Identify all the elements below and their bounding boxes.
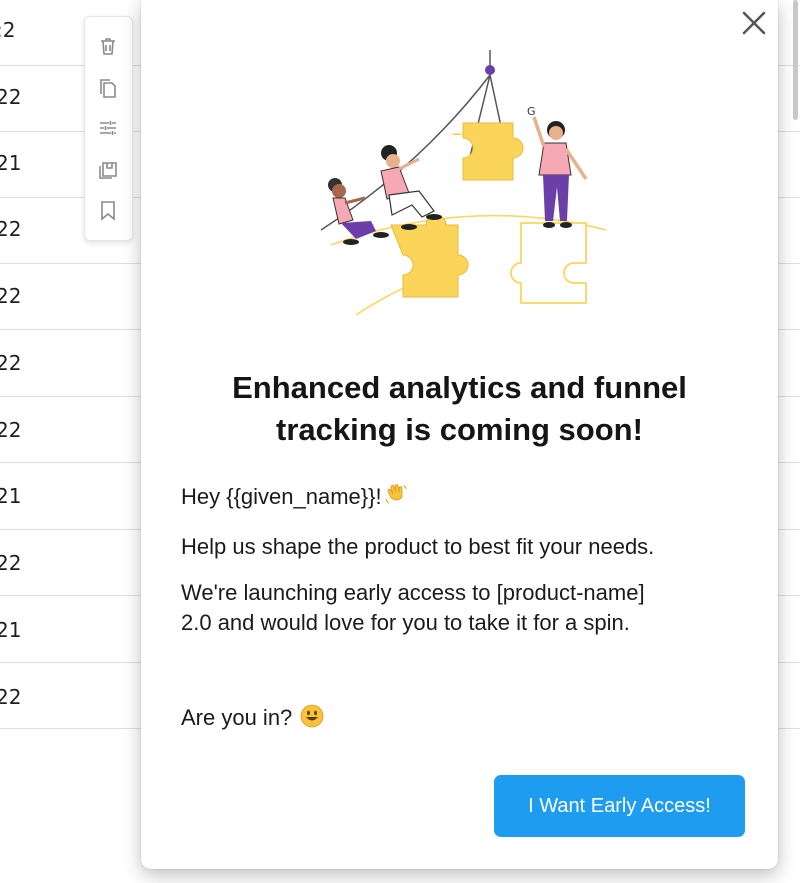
table-cell: :2 <box>0 18 16 42</box>
floating-toolbar <box>84 16 133 241</box>
svg-text:G: G <box>527 105 536 118</box>
illustration: G <box>320 50 607 316</box>
table-cell: 22 <box>0 685 22 709</box>
greeting-label: Hey {{given_name}}! <box>181 484 382 509</box>
table-cell: 22 <box>0 551 22 575</box>
early-access-button[interactable]: I Want Early Access! <box>494 775 745 837</box>
table-cell: 21 <box>0 484 22 508</box>
smiley-icon <box>300 704 324 736</box>
modal-title: Enhanced analytics and funnel tracking i… <box>201 367 718 451</box>
table-cell: 21 <box>0 151 22 175</box>
question-text: Are you in? <box>181 703 741 736</box>
waving-hand-icon <box>384 483 408 515</box>
close-icon[interactable] <box>739 8 769 38</box>
greeting-text: Hey {{given_name}}! <box>181 482 741 515</box>
scrollbar[interactable] <box>793 0 798 120</box>
copy-icon[interactable] <box>97 77 119 99</box>
table-cell: 22 <box>0 418 22 442</box>
trash-icon[interactable] <box>97 35 119 57</box>
announcement-modal: G Enhanced analytics and funnel tracking… <box>141 0 778 869</box>
table-cell: 22 <box>0 217 22 241</box>
body-line-1: Help us shape the product to best fit yo… <box>181 534 655 559</box>
save-icon[interactable] <box>97 159 119 181</box>
body-paragraph: We're launching early access to [product… <box>181 578 741 638</box>
body-line-2a: We're launching early access to [product… <box>181 580 645 605</box>
question-label: Are you in? <box>181 705 293 730</box>
table-cell: 22 <box>0 85 22 109</box>
sliders-icon[interactable] <box>97 117 119 139</box>
table-cell: 22 <box>0 351 22 375</box>
title-line: tracking is coming soon! <box>276 412 643 447</box>
table-cell: 21 <box>0 618 22 642</box>
bookmark-icon[interactable] <box>97 199 119 221</box>
title-line: Enhanced analytics and funnel <box>232 370 687 405</box>
table-cell: 22 <box>0 284 22 308</box>
body-line-2b: 2.0 and would love for you to take it fo… <box>181 610 630 635</box>
